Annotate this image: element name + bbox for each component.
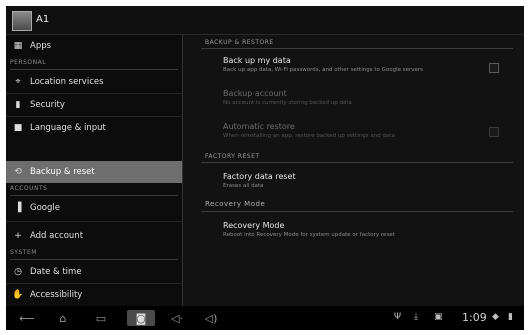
auto-restore-checkbox — [489, 127, 499, 137]
section-header-accounts: ACCOUNTS — [10, 185, 178, 196]
sidebar-item-label: Backup & reset — [30, 167, 95, 177]
app-title: A1 — [36, 14, 50, 25]
back-icon[interactable]: ⟵ — [16, 310, 38, 326]
backup-account-title: Backup account — [223, 89, 287, 98]
volume-up-icon[interactable]: ◁) — [202, 310, 220, 326]
plus-icon: + — [14, 231, 22, 241]
section-header-system: SYSTEM — [10, 249, 178, 260]
apps-icon: ▦ — [13, 41, 23, 51]
auto-restore-title: Automatic restore — [223, 122, 295, 131]
sidebar-item-google[interactable]: ▐ Google — [6, 197, 182, 219]
sidebar-item-add-account[interactable]: + Add account — [6, 225, 182, 247]
recent-apps-icon[interactable]: ▭ — [90, 310, 112, 326]
sidebar-item-apps[interactable]: ▦ Apps — [6, 35, 182, 57]
status-clock: 1:09 — [462, 311, 487, 324]
section-header-factory-reset: FACTORY RESET — [205, 153, 260, 160]
volume-down-icon[interactable]: ◁· — [168, 310, 186, 326]
battery-icon: ▮ — [508, 312, 513, 322]
sidebar-item-location[interactable]: ⌖ Location services — [6, 71, 182, 93]
system-nav-bar: ⟵ ⌂ ▭ ◙ ◁· ◁) Ψ ⤓ ▣ 1:09 ◆ ▮ — [6, 306, 524, 330]
sidebar-item-label: Date & time — [30, 267, 82, 277]
wifi-icon: ◆ — [492, 312, 499, 322]
backup-data-summary: Back up app data, Wi-Fi passwords, and o… — [223, 67, 424, 73]
tablet-screen: A1 ▦ Apps PERSONAL ⌖ Location services ▮… — [6, 6, 524, 330]
recovery-mode-summary: Reboot into Recovery Mode for system upd… — [223, 232, 395, 238]
sidebar-item-language[interactable]: ■ Language & input — [6, 117, 182, 139]
screenshot-icon[interactable]: ◙ — [127, 310, 155, 326]
sidebar-item-label: Language & input — [30, 123, 106, 133]
backup-data-checkbox[interactable] — [489, 63, 499, 73]
sidebar-item-security[interactable]: ▮ Security — [6, 94, 182, 116]
accessibility-icon: ✋ — [12, 290, 24, 300]
factory-reset-title[interactable]: Factory data reset — [223, 172, 296, 181]
sidebar-item-accessibility[interactable]: ✋ Accessibility — [6, 284, 182, 306]
sidebar-item-backup-reset[interactable]: ⟲ Backup & reset — [6, 161, 182, 183]
home-icon[interactable]: ⌂ — [52, 310, 74, 326]
sidebar-item-label: Accessibility — [30, 290, 83, 300]
section-header-backup: BACKUP & RESTORE — [205, 39, 274, 46]
sidebar-item-label: Add account — [30, 231, 84, 241]
lock-icon: ▮ — [15, 100, 21, 110]
sidebar-item-label: Google — [30, 203, 60, 213]
location-icon: ⌖ — [15, 77, 21, 87]
download-icon: ⤓ — [414, 312, 418, 322]
usb-icon: Ψ — [394, 312, 402, 322]
settings-content: BACKUP & RESTORE Back up my data Back up… — [183, 35, 524, 306]
section-header-recovery: Recovery Mode — [205, 200, 266, 208]
auto-restore-summary: When reinstalling an app, restore backed… — [223, 133, 395, 139]
sd-card-icon: ▣ — [434, 312, 443, 322]
backup-icon: ⟲ — [14, 167, 22, 177]
sidebar-item-label: Location services — [30, 77, 104, 87]
action-bar: A1 — [6, 6, 524, 35]
google-icon: ▐ — [14, 203, 22, 213]
section-header-personal: PERSONAL — [10, 59, 178, 70]
backup-account-summary: No account is currently storing backed u… — [223, 100, 352, 106]
backup-data-title[interactable]: Back up my data — [223, 56, 291, 65]
sidebar-item-label: Apps — [30, 41, 52, 51]
factory-reset-summary: Erases all data — [223, 183, 264, 189]
sidebar-item-date-time[interactable]: ◷ Date & time — [6, 261, 182, 283]
sidebar-item-label: Security — [30, 100, 65, 110]
recovery-mode-title[interactable]: Recovery Mode — [223, 221, 284, 230]
settings-app-icon[interactable] — [12, 11, 32, 31]
settings-sidebar: ▦ Apps PERSONAL ⌖ Location services ▮ Se… — [6, 35, 183, 306]
keyboard-icon: ■ — [13, 123, 23, 133]
clock-icon: ◷ — [14, 267, 22, 277]
